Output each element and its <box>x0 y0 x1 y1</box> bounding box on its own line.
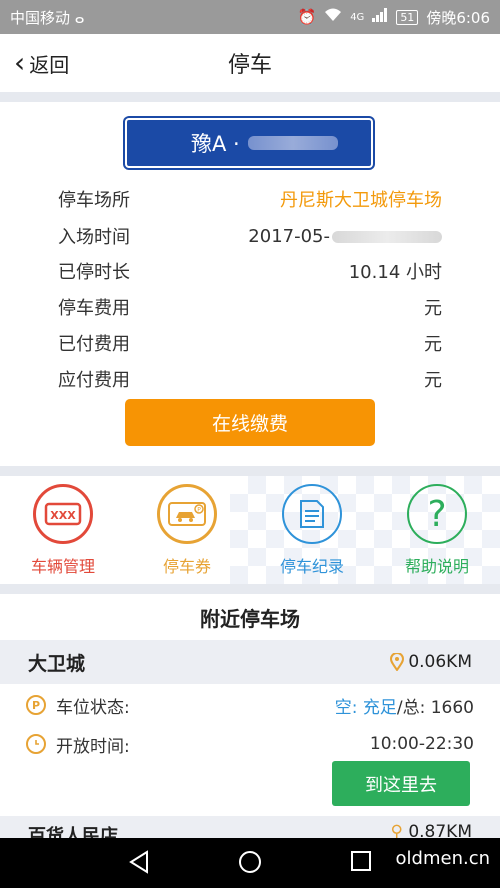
plate-number-redacted <box>247 136 338 150</box>
info-label: 应付费用 <box>58 370 130 391</box>
lot-name: 百货人民店 <box>28 826 118 838</box>
info-label: 入场时间 <box>58 227 130 248</box>
status-key: P 车位状态: <box>26 693 130 718</box>
status-time: 傍晚6:06 <box>426 8 490 27</box>
watermark: oldmen.cn <box>395 848 490 869</box>
info-value: 元 <box>424 334 442 355</box>
location-pin-icon <box>390 653 405 671</box>
shortcut-label: 停车纪录 <box>279 557 344 576</box>
signal-icon <box>372 8 388 26</box>
lot-name: 大卫城 <box>28 652 86 675</box>
info-label: 已付费用 <box>58 334 130 355</box>
car-plate-icon: XXX <box>33 484 93 544</box>
status-label: 车位状态: <box>56 697 130 718</box>
shortcut-vehicle-management[interactable]: XXX 车辆管理 <box>8 484 118 577</box>
lot-hours-row: 开放时间: 10:00-22:30 <box>26 729 474 759</box>
lot-header-2[interactable]: 百货人民店 ⚲ 0.87KM <box>0 816 500 838</box>
divider <box>0 92 500 102</box>
svg-text:XXX: XXX <box>50 509 76 522</box>
usb-debug-icon: ⴰ <box>74 8 85 27</box>
parking-ticket-icon: P <box>157 484 217 544</box>
info-value-wrap: 2017-05- <box>248 226 442 247</box>
network-type: 4G <box>350 11 365 23</box>
nav-recents-icon[interactable] <box>350 850 372 876</box>
status-empty: 空: <box>334 697 358 718</box>
info-row-paid: 已付费用 元 <box>58 328 442 358</box>
parking-p-icon: P <box>26 695 46 715</box>
nav-home-icon[interactable] <box>238 850 262 878</box>
document-icon <box>282 484 342 544</box>
status-level: 充足 <box>362 697 397 718</box>
clock-icon <box>26 734 46 754</box>
distance-value: 0.06KM <box>408 652 472 672</box>
info-label: 已停时长 <box>58 262 130 283</box>
divider <box>0 466 500 476</box>
navigate-here-button[interactable]: 到这里去 <box>332 761 470 806</box>
shortcut-label: 帮助说明 <box>404 557 469 576</box>
status-bar: 中国移动 ⴰ ⏰ 4G 51 傍晚6:06 <box>0 0 500 34</box>
hours-key: 开放时间: <box>26 732 130 757</box>
lot-status-row: P 车位状态: 空: 充足/总: 1660 <box>26 690 474 720</box>
battery-icon: 51 <box>396 9 419 25</box>
question-icon: ? <box>407 484 467 544</box>
info-value: 2017-05- <box>248 225 330 247</box>
shortcut-row: XXX 车辆管理 P 停车券 停车纪录 ? 帮助说明 <box>0 476 500 584</box>
status-right: ⏰ 4G 51 傍晚6:06 <box>297 7 490 28</box>
location-pin-icon: ⚲ <box>390 822 403 838</box>
info-label: 停车费用 <box>58 298 130 319</box>
pay-online-button[interactable]: 在线缴费 <box>125 399 375 446</box>
info-row-location: 停车场所 丹尼斯大卫城停车场 <box>58 184 442 214</box>
license-plate: 豫A · <box>125 118 373 168</box>
section-title: 附近停车场 <box>0 594 500 640</box>
status-total: 1660 <box>430 697 474 718</box>
shortcut-help[interactable]: ? 帮助说明 <box>382 484 492 577</box>
lot-distance: ⚲ 0.87KM <box>390 822 472 838</box>
redacted-time <box>332 230 442 243</box>
lot-distance: 0.06KM <box>390 652 472 672</box>
status-left: 中国移动 ⴰ <box>10 7 85 28</box>
info-value: 10.14 小时 <box>348 262 442 283</box>
status-value: 空: 充足/总: 1660 <box>335 693 474 718</box>
lot-header-2-inner: 百货人民店 ⚲ 0.87KM <box>28 822 472 838</box>
plate-prefix: 豫A · <box>191 132 240 156</box>
hours-label: 开放时间: <box>56 736 130 757</box>
info-value: 元 <box>424 298 442 319</box>
distance-value: 0.87KM <box>408 822 472 838</box>
back-button[interactable]: ‹ 返回 <box>14 34 69 92</box>
info-value: 丹尼斯大卫城停车场 <box>280 190 442 211</box>
nav-bar: ‹ 返回 停车 <box>0 34 500 92</box>
nav-back-icon[interactable] <box>128 850 150 878</box>
info-row-duration: 已停时长 10.14 小时 <box>58 256 442 286</box>
chevron-left-icon: ‹ <box>14 46 26 79</box>
status-total-label: /总: <box>396 697 426 718</box>
carrier-name: 中国移动 <box>10 8 71 27</box>
alarm-icon: ⏰ <box>297 8 317 26</box>
shortcut-parking-records[interactable]: 停车纪录 <box>257 484 367 577</box>
svg-text:P: P <box>197 507 201 514</box>
shortcut-label: 车辆管理 <box>30 557 95 576</box>
divider <box>0 584 500 594</box>
wifi-icon <box>324 8 342 26</box>
info-row-entry-time: 入场时间 2017-05- <box>58 221 442 251</box>
shortcut-parking-ticket[interactable]: P 停车券 <box>132 484 242 577</box>
info-row-due: 应付费用 元 <box>58 364 442 394</box>
shortcut-label: 停车券 <box>162 557 211 576</box>
back-label: 返回 <box>29 52 70 77</box>
page-title: 停车 <box>227 53 272 78</box>
info-value: 元 <box>424 370 442 391</box>
lot-header[interactable]: 大卫城 0.06KM <box>0 640 500 684</box>
hours-value: 10:00-22:30 <box>369 734 474 754</box>
info-label: 停车场所 <box>58 190 130 211</box>
info-row-fee: 停车费用 元 <box>58 292 442 322</box>
